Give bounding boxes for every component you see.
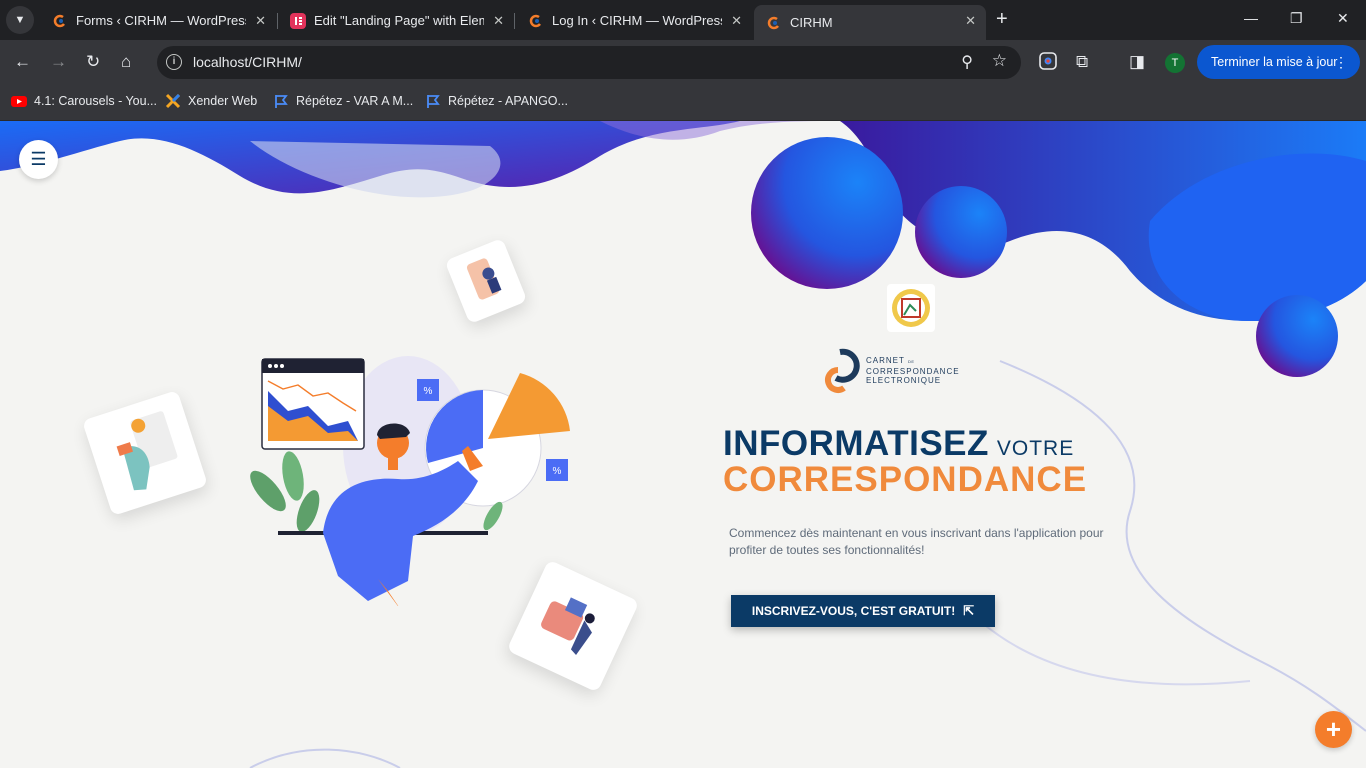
tab-title: Forms ‹ CIRHM — WordPress (76, 13, 246, 28)
logo-text-line2: CORRESPONDANCE (866, 366, 960, 376)
flag-icon (427, 95, 440, 108)
bookmark-label: 4.1: Carousels - You... (34, 94, 157, 108)
forward-arrow-icon[interactable]: → (50, 52, 67, 72)
tab-title: Edit "Landing Page" with Elementor (314, 13, 484, 28)
close-tab-icon[interactable]: ✕ (255, 13, 266, 29)
analytics-illustration: % % % (250, 356, 570, 606)
lens-extension-icon[interactable] (1039, 52, 1057, 75)
browser-tab-bar: ▼ Forms ‹ CIRHM — WordPress ✕ Edit "Land… (0, 0, 1366, 40)
logo-text-line3: ELECTRONIQUE (866, 376, 942, 386)
signup-button-label: INSCRIVEZ-VOUS, C'EST GRATUIT! (751, 604, 956, 618)
side-panel-icon[interactable]: ◨ (1129, 52, 1145, 72)
youtube-icon (11, 96, 27, 107)
close-tab-icon[interactable]: ✕ (493, 13, 504, 29)
more-menu-icon[interactable]: ⋮ (1334, 45, 1348, 79)
home-icon[interactable]: ⌂ (121, 52, 131, 72)
restore-icon[interactable]: ❐ (1290, 10, 1303, 27)
close-tab-icon[interactable]: ✕ (965, 13, 976, 29)
window-close-icon[interactable]: ✕ (1337, 10, 1349, 27)
update-button[interactable]: Terminer la mise à jour ⋮ (1197, 45, 1360, 79)
bookmark-item[interactable]: Xender Web (165, 93, 257, 109)
update-button-label: Terminer la mise à jour (1211, 55, 1338, 69)
wordpress-favicon-icon (528, 13, 544, 29)
tab-search-button[interactable]: ▼ (6, 6, 34, 34)
zoom-icon[interactable]: ⚲ (961, 52, 973, 72)
logo-text-line1: CARNET (866, 356, 905, 366)
bookmark-star-icon[interactable]: ☆ (992, 51, 1007, 71)
tab-login[interactable]: Log In ‹ CIRHM — WordPress ✕ (516, 5, 752, 36)
url-text[interactable]: localhost/CIRHM/ (193, 54, 302, 70)
bookmark-item[interactable]: 4.1: Carousels - You... (11, 93, 157, 109)
logo-mark-icon (825, 348, 860, 393)
hero-title-bold: INFORMATISEZ (723, 424, 989, 463)
carnet-logo: CARNET DE CORRESPONDANCE ELECTRONIQUE (820, 347, 960, 395)
svg-text:%: % (424, 386, 433, 397)
add-fab-button[interactable]: + (1315, 711, 1352, 748)
tab-elementor[interactable]: Edit "Landing Page" with Elementor ✕ (278, 5, 514, 36)
profile-avatar[interactable]: T (1165, 53, 1185, 73)
bookmark-label: Xender Web (188, 94, 258, 108)
cirhm-favicon-icon (766, 15, 782, 31)
background-waves (0, 121, 1366, 768)
elementor-favicon-icon (290, 12, 306, 29)
hamburger-menu-button[interactable]: ☰ (19, 140, 58, 179)
close-tab-icon[interactable]: ✕ (731, 13, 742, 29)
hero-title: INFORMATISEZ VOTRE (723, 424, 1074, 464)
cursor-pointer-icon: ⇱ (963, 603, 975, 618)
bookmark-label: Répétez - VAR A M... (296, 94, 414, 108)
address-bar[interactable]: i localhost/CIRHM/ ⚲ ☆ (157, 46, 1021, 79)
minimize-icon[interactable]: — (1244, 10, 1258, 26)
reload-icon[interactable]: ↻ (86, 52, 100, 72)
signup-button[interactable]: INSCRIVEZ-VOUS, C'EST GRATUIT! ⇱ (731, 595, 995, 627)
bookmark-item[interactable]: Répétez - VAR A M... (273, 93, 413, 109)
tab-cirhm[interactable]: CIRHM ✕ (754, 5, 986, 40)
xender-icon (165, 93, 181, 109)
plus-icon: + (1325, 714, 1342, 744)
browser-toolbar: ← → ↻ ⌂ i localhost/CIRHM/ ⚲ ☆ ⧉ ◨ T Ter… (0, 40, 1366, 85)
landing-page: ☰ % % % (0, 121, 1366, 768)
flag-icon (275, 95, 288, 108)
hamburger-icon: ☰ (30, 149, 47, 169)
site-info-icon[interactable]: i (166, 54, 182, 70)
hero-title-accent: CORRESPONDANCE (723, 460, 1088, 499)
wordpress-favicon-icon (52, 13, 68, 29)
hero-title-light: VOTRE (996, 437, 1075, 460)
tab-title: CIRHM (790, 15, 833, 30)
tab-forms[interactable]: Forms ‹ CIRHM — WordPress ✕ (40, 5, 276, 36)
hero-description: Commencez dès maintenant en vous inscriv… (729, 526, 1104, 557)
new-tab-plus-icon[interactable]: + (996, 9, 1008, 29)
back-arrow-icon[interactable]: ← (14, 52, 31, 72)
extensions-puzzle-icon[interactable]: ⧉ (1076, 52, 1088, 72)
bookmark-item[interactable]: Répétez - APANGO... (425, 93, 568, 109)
logo-text-small: DE (907, 359, 915, 365)
tab-title: Log In ‹ CIRHM — WordPress (552, 13, 722, 28)
svg-text:%: % (553, 466, 562, 477)
bookmark-label: Répétez - APANGO... (448, 94, 568, 108)
certification-badge (887, 284, 935, 332)
bookmarks-bar: 4.1: Carousels - You... Xender Web Répét… (0, 85, 1366, 121)
